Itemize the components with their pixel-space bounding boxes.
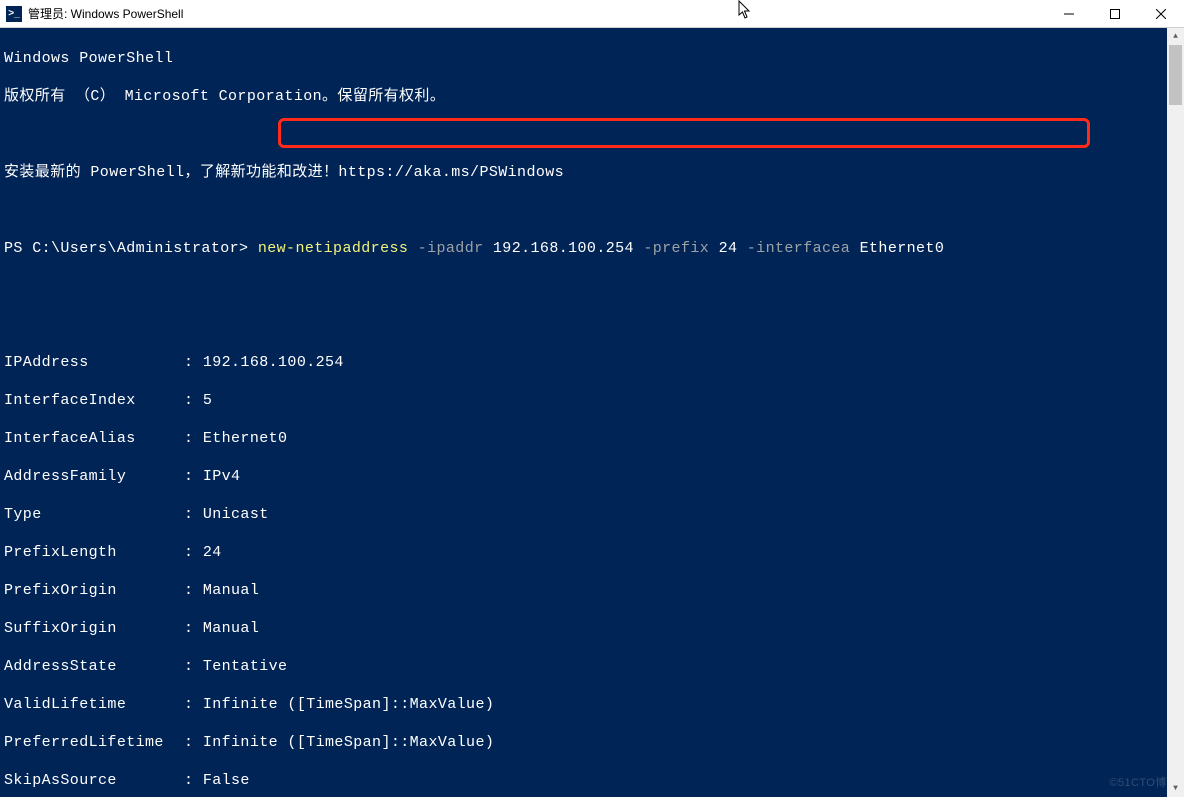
value: Infinite ([TimeSpan]::MaxValue) (203, 734, 494, 751)
output-row: IPAddress: 192.168.100.254 (4, 353, 1180, 372)
scroll-thumb[interactable] (1169, 45, 1182, 105)
blank-line (4, 201, 1180, 220)
label: SuffixOrigin (4, 619, 184, 638)
value-prefix: 24 (719, 240, 738, 257)
output-row: PrefixOrigin: Manual (4, 581, 1180, 600)
value: Manual (203, 620, 259, 637)
output-row: SuffixOrigin: Manual (4, 619, 1180, 638)
output-row: AddressFamily: IPv4 (4, 467, 1180, 486)
param-ipaddr: -ipaddr (408, 240, 493, 257)
cmdlet-name: new-netipaddress (258, 240, 408, 257)
intro-line: Windows PowerShell (4, 49, 1180, 68)
value: 192.168.100.254 (203, 354, 344, 371)
label: InterfaceIndex (4, 391, 184, 410)
prompt-prefix: PS C:\Users\Administrator> (4, 240, 258, 257)
mouse-cursor-icon (738, 0, 754, 20)
label: InterfaceAlias (4, 429, 184, 448)
value: 5 (203, 392, 212, 409)
minimize-button[interactable] (1046, 0, 1092, 27)
label: ValidLifetime (4, 695, 184, 714)
output-row: InterfaceIndex: 5 (4, 391, 1180, 410)
value: Ethernet0 (203, 430, 288, 447)
label: Type (4, 505, 184, 524)
value: Unicast (203, 506, 269, 523)
label: SkipAsSource (4, 771, 184, 790)
value-interface: Ethernet0 (860, 240, 945, 257)
output-row: ValidLifetime: Infinite ([TimeSpan]::Max… (4, 695, 1180, 714)
install-hint-line: 安装最新的 PowerShell，了解新功能和改进！https://aka.ms… (4, 163, 1180, 182)
output-row: InterfaceAlias: Ethernet0 (4, 429, 1180, 448)
value: Manual (203, 582, 259, 599)
param-interface: -interfacea (737, 240, 859, 257)
label: AddressFamily (4, 467, 184, 486)
value: False (203, 772, 250, 789)
label: PrefixLength (4, 543, 184, 562)
scroll-down-button[interactable]: ▼ (1167, 780, 1184, 797)
command-line: PS C:\Users\Administrator> new-netipaddr… (4, 239, 1180, 258)
scroll-up-button[interactable]: ▲ (1167, 28, 1184, 45)
close-button[interactable] (1138, 0, 1184, 27)
scroll-track[interactable] (1167, 45, 1184, 780)
label: PrefixOrigin (4, 581, 184, 600)
powershell-icon: >_ (6, 6, 22, 22)
value: Tentative (203, 658, 288, 675)
label: PreferredLifetime (4, 733, 184, 752)
output-row: PrefixLength: 24 (4, 543, 1180, 562)
value: IPv4 (203, 468, 241, 485)
label: AddressState (4, 657, 184, 676)
window-title: 管理员: Windows PowerShell (28, 5, 183, 22)
maximize-button[interactable] (1092, 0, 1138, 27)
output-row: AddressState: Tentative (4, 657, 1180, 676)
output-row: PreferredLifetime: Infinite ([TimeSpan]:… (4, 733, 1180, 752)
copyright-line: 版权所有 （C） Microsoft Corporation。保留所有权利。 (4, 87, 1180, 106)
blank-line (4, 277, 1180, 296)
output-row: Type: Unicast (4, 505, 1180, 524)
blank-line (4, 315, 1180, 334)
blank-line (4, 125, 1180, 144)
terminal-output[interactable]: Windows PowerShell 版权所有 （C） Microsoft Co… (0, 28, 1184, 797)
value: 24 (203, 544, 222, 561)
output-row: SkipAsSource: False (4, 771, 1180, 790)
window-titlebar[interactable]: >_ 管理员: Windows PowerShell (0, 0, 1184, 28)
value-ipaddr: 192.168.100.254 (493, 240, 634, 257)
vertical-scrollbar[interactable]: ▲ ▼ (1167, 28, 1184, 797)
value: Infinite ([TimeSpan]::MaxValue) (203, 696, 494, 713)
label: IPAddress (4, 353, 184, 372)
param-prefix: -prefix (634, 240, 719, 257)
window-controls (1046, 0, 1184, 27)
